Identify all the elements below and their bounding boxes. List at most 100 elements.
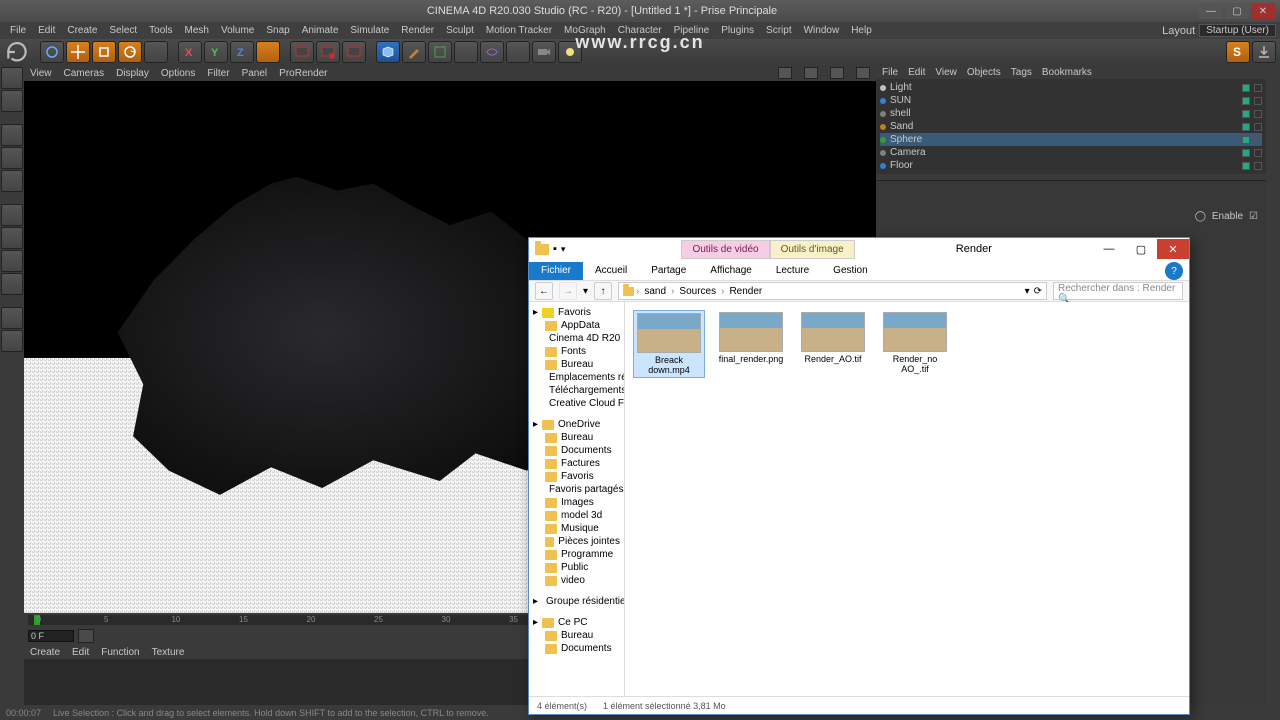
explorer-maximize[interactable]: ▢ (1125, 239, 1157, 259)
locked-tool[interactable] (1, 307, 23, 329)
nav-back[interactable]: ← (535, 282, 553, 300)
om-edit[interactable]: Edit (908, 67, 925, 78)
tree-item[interactable]: Cinema 4D R20 (531, 332, 622, 345)
nav-forward[interactable]: → (559, 282, 577, 300)
tree-item[interactable]: Pièces jointes (531, 535, 622, 548)
tree-item[interactable]: Bureau (531, 431, 622, 444)
camera-tool[interactable] (532, 41, 556, 63)
crumb-sand[interactable]: sand (641, 286, 669, 297)
mat-create[interactable]: Create (30, 647, 60, 658)
vp-view[interactable]: View (30, 68, 52, 79)
workplane[interactable] (1, 273, 23, 295)
light-tool[interactable] (558, 41, 582, 63)
menu-mograph[interactable]: MoGraph (558, 25, 612, 36)
tree-item[interactable]: AppData (531, 319, 622, 332)
menu-sculpt[interactable]: Sculpt (440, 25, 480, 36)
tree-item[interactable]: Factures (531, 457, 622, 470)
path-refresh[interactable]: ⟳ (1034, 286, 1042, 297)
tree-item[interactable]: Programme (531, 548, 622, 561)
model-mode[interactable] (1, 67, 23, 89)
menu-volume[interactable]: Volume (215, 25, 260, 36)
subdivision-tool[interactable] (428, 41, 452, 63)
explorer-files[interactable]: Breack down.mp4final_render.pngRender_AO… (625, 302, 1189, 696)
scale-tool[interactable] (92, 41, 116, 63)
crumb-render[interactable]: Render (726, 286, 765, 297)
pen-tool[interactable] (402, 41, 426, 63)
close-button[interactable]: ✕ (1251, 3, 1275, 19)
ribbon-tab[interactable]: Affichage (698, 262, 764, 280)
tree-item[interactable]: Images (531, 496, 622, 509)
texture-mode[interactable] (1, 90, 23, 112)
undo-button[interactable] (4, 41, 30, 63)
tree-item[interactable]: Documents (531, 642, 622, 655)
enable-axis[interactable] (1, 204, 23, 226)
store-button[interactable]: S (1226, 41, 1250, 63)
menu-window[interactable]: Window (798, 25, 846, 36)
x-axis-lock[interactable]: X (178, 41, 202, 63)
tree-item[interactable]: Bureau (531, 358, 622, 371)
vp-cameras[interactable]: Cameras (64, 68, 105, 79)
explorer-minimize[interactable]: — (1093, 239, 1125, 259)
menu-help[interactable]: Help (845, 25, 878, 36)
tree-item[interactable]: Creative Cloud Fi (531, 397, 622, 410)
ribbon-tab[interactable]: Accueil (583, 262, 639, 280)
tree-item[interactable]: Téléchargements (531, 384, 622, 397)
vp-panel[interactable]: Panel (242, 68, 268, 79)
vp-filter[interactable]: Filter (207, 68, 229, 79)
breadcrumb-path[interactable]: › sand › Sources › Render ▾ ⟳ (618, 282, 1047, 300)
menu-motiontracker[interactable]: Motion Tracker (480, 25, 558, 36)
polys-mode[interactable] (1, 170, 23, 192)
circle-toggle-icon[interactable]: ◯ (1195, 211, 1206, 222)
y-axis-lock[interactable]: Y (204, 41, 228, 63)
help-icon[interactable]: ? (1165, 262, 1183, 280)
tree-item[interactable]: Bureau (531, 629, 622, 642)
tree-item[interactable]: Favoris partagés (531, 483, 622, 496)
environment-tool[interactable] (506, 41, 530, 63)
object-row[interactable]: shell (880, 107, 1262, 120)
explorer-close[interactable]: ✕ (1157, 239, 1189, 259)
title-dropdown[interactable]: ▾ (561, 244, 566, 255)
vp-options[interactable]: Options (161, 68, 195, 79)
menu-snap[interactable]: Snap (260, 25, 295, 36)
minimize-button[interactable]: — (1199, 3, 1223, 19)
om-tags[interactable]: Tags (1011, 67, 1032, 78)
ribbon-tab[interactable]: Partage (639, 262, 698, 280)
viewport-solo[interactable] (1, 227, 23, 249)
menu-character[interactable]: Character (612, 25, 668, 36)
explorer-titlebar[interactable]: ▪ ▾ Outils de vidéo Outils d'image Rende… (529, 238, 1189, 260)
vp-pan-icon[interactable] (778, 67, 792, 79)
menu-plugins[interactable]: Plugins (715, 25, 760, 36)
menu-create[interactable]: Create (61, 25, 103, 36)
tree-item[interactable]: Documents (531, 444, 622, 457)
menu-select[interactable]: Select (103, 25, 143, 36)
enable-checkbox[interactable]: ☑ (1249, 211, 1258, 222)
menu-script[interactable]: Script (760, 25, 798, 36)
nav-history[interactable]: ▾ (583, 286, 588, 297)
points-mode[interactable] (1, 124, 23, 146)
om-view[interactable]: View (935, 67, 957, 78)
tree-group[interactable]: ▸OneDrive (531, 418, 622, 431)
object-row[interactable]: Sand (880, 120, 1262, 133)
menu-simulate[interactable]: Simulate (344, 25, 395, 36)
quick-access-icon[interactable]: ▪ (553, 243, 557, 255)
om-bookmarks[interactable]: Bookmarks (1042, 67, 1092, 78)
z-axis-lock[interactable]: Z (230, 41, 254, 63)
menu-edit[interactable]: Edit (32, 25, 61, 36)
vp-display[interactable]: Display (116, 68, 149, 79)
tree-group[interactable]: ▸Groupe résidentiel (531, 595, 622, 608)
cube-primitive[interactable] (376, 41, 400, 63)
vp-prorender[interactable]: ProRender (279, 68, 327, 79)
vp-rotate-icon[interactable] (830, 67, 844, 79)
tree-item[interactable]: Emplacements ré (531, 371, 622, 384)
render-region-button[interactable] (316, 41, 340, 63)
move-tool[interactable] (66, 41, 90, 63)
tree-item[interactable]: Favoris (531, 470, 622, 483)
menu-mesh[interactable]: Mesh (179, 25, 215, 36)
context-tab-video[interactable]: Outils de vidéo (681, 240, 769, 259)
vp-toggle-icon[interactable] (856, 67, 870, 79)
om-file[interactable]: File (882, 67, 898, 78)
coord-system[interactable] (256, 41, 280, 63)
object-row[interactable]: Camera (880, 146, 1262, 159)
tree-item[interactable]: Fonts (531, 345, 622, 358)
render-view-button[interactable] (290, 41, 314, 63)
